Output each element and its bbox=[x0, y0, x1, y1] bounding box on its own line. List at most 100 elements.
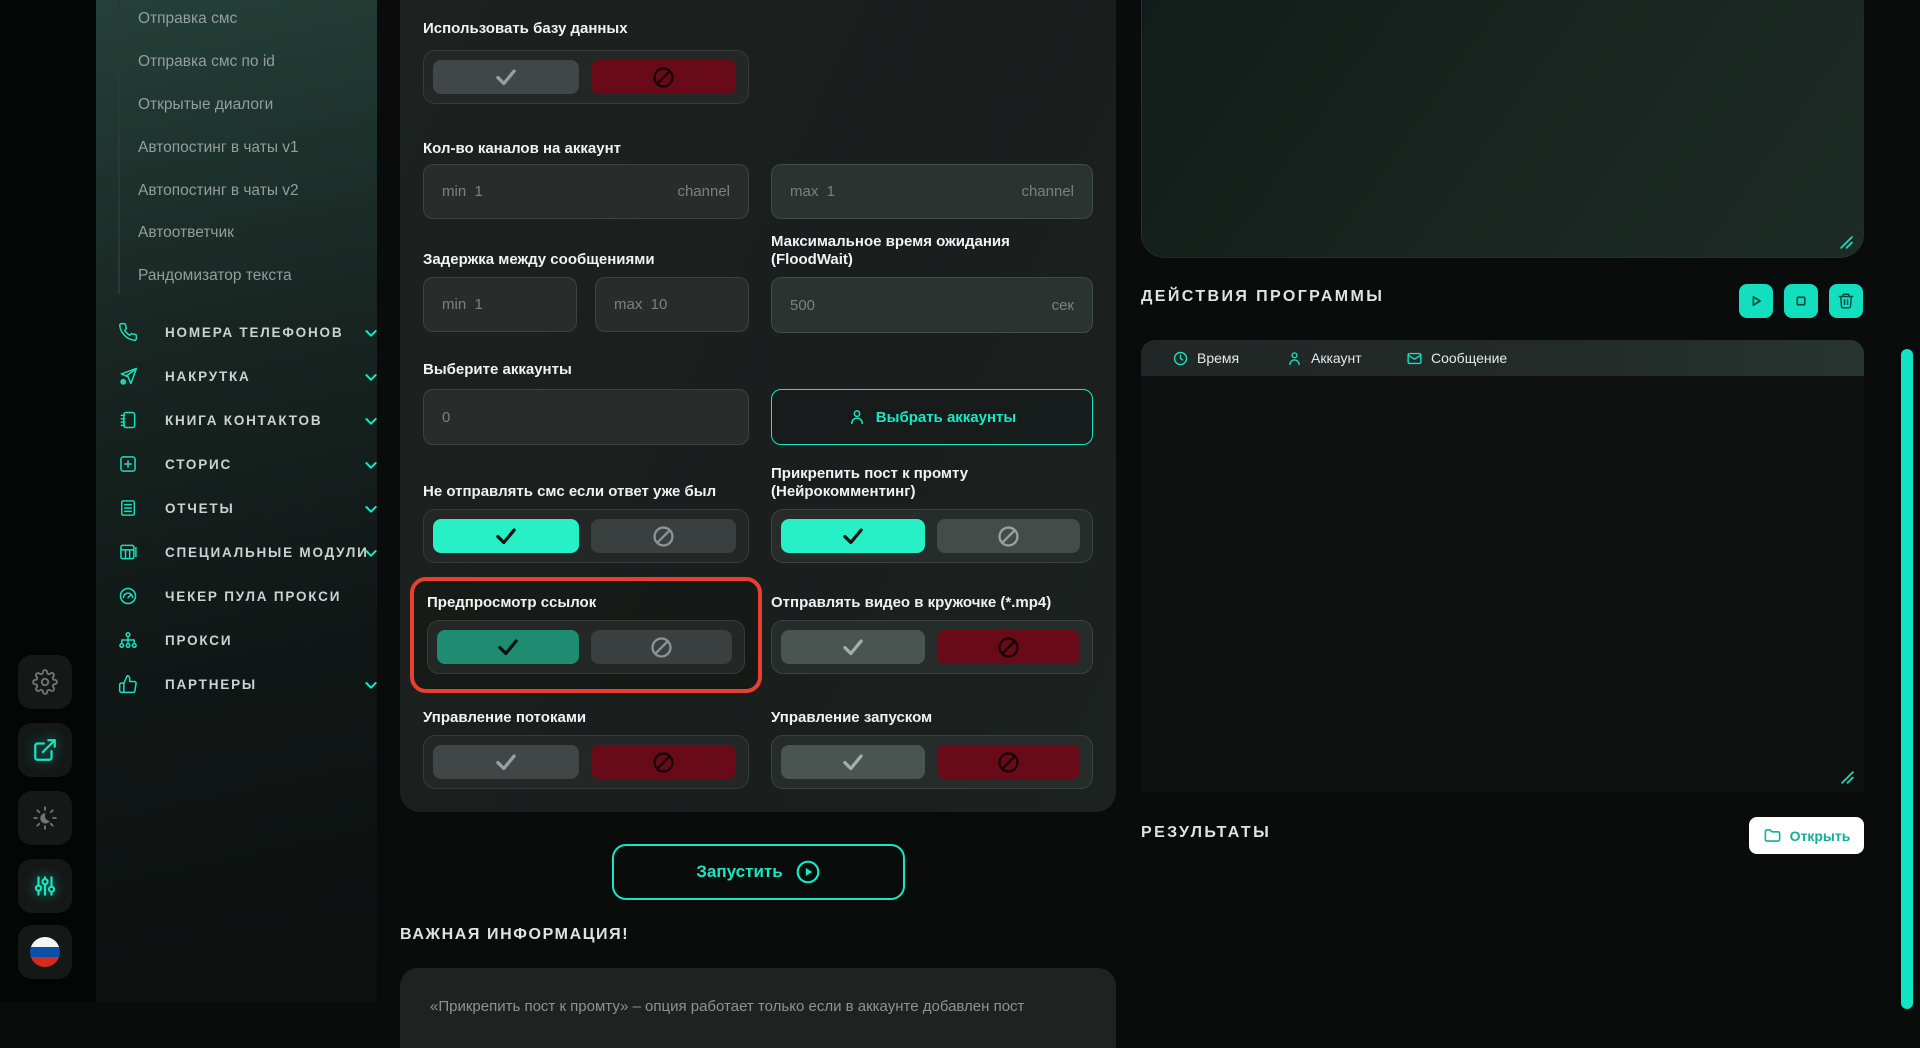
no-sms-no-button[interactable] bbox=[591, 519, 737, 553]
chevron-down-icon bbox=[363, 501, 379, 517]
main-settings-column: Использовать базу данных Кол-во каналов … bbox=[400, 0, 1116, 1048]
no-sms-if-answered-toggle bbox=[423, 509, 749, 563]
gauge-icon bbox=[118, 586, 138, 606]
choose-accounts-label: Выберите аккаунты bbox=[423, 361, 1093, 379]
launch-no-button[interactable] bbox=[937, 745, 1081, 779]
choose-accounts-button-label: Выбрать аккаунты bbox=[876, 409, 1016, 426]
play-icon bbox=[1747, 292, 1765, 310]
sidebar-section-contacts-book[interactable]: КНИГА КОНТАКТОВ bbox=[118, 409, 367, 433]
play-button[interactable] bbox=[1739, 284, 1773, 318]
flag-russia-icon bbox=[30, 937, 60, 967]
sidebar-item-send-sms[interactable]: Отправка смс bbox=[138, 10, 237, 32]
vertical-scrollbar-thumb[interactable] bbox=[1901, 349, 1913, 1009]
theme-rail-button[interactable] bbox=[18, 791, 72, 845]
sidebar-section-proxy-pool-checker[interactable]: ЧЕКЕР ПУЛА ПРОКСИ bbox=[118, 585, 367, 609]
chevron-down-icon bbox=[363, 413, 379, 429]
column-time[interactable]: Время bbox=[1172, 340, 1239, 376]
external-link-rail-button[interactable] bbox=[18, 723, 72, 777]
user-icon bbox=[1286, 350, 1303, 367]
sidebar-section-label: ОТЧЕТЫ bbox=[165, 501, 235, 516]
floodwait-input[interactable]: 500 сек bbox=[771, 277, 1093, 333]
report-icon bbox=[118, 498, 138, 518]
network-icon bbox=[118, 630, 138, 650]
link-preview-yes-button[interactable] bbox=[437, 630, 579, 664]
filters-rail-button[interactable] bbox=[18, 859, 72, 913]
column-time-label: Время bbox=[1197, 350, 1239, 366]
no-sms-if-answered-label: Не отправлять смс если ответ уже был bbox=[423, 483, 749, 501]
gear-icon bbox=[32, 669, 58, 695]
video-note-no-button[interactable] bbox=[937, 630, 1081, 664]
attach-post-toggle bbox=[771, 509, 1093, 563]
sidebar-section-stories[interactable]: СТОРИС bbox=[118, 453, 367, 477]
sidebar-item-text-randomizer[interactable]: Рандомизатор текста bbox=[138, 267, 292, 289]
language-rail-button[interactable] bbox=[18, 925, 72, 979]
sidebar-section-special-modules[interactable]: СПЕЦИАЛЬНЫЕ МОДУЛИ bbox=[118, 541, 367, 565]
video-note-toggle bbox=[771, 620, 1093, 674]
settings-form-panel: Использовать базу данных Кол-во каналов … bbox=[400, 0, 1116, 812]
threads-no-button[interactable] bbox=[591, 745, 737, 779]
sidebar-section-phone-numbers[interactable]: НОМЕРА ТЕЛЕФОНОВ bbox=[118, 321, 367, 345]
actions-table-body[interactable] bbox=[1141, 376, 1864, 792]
attach-post-no-button[interactable] bbox=[937, 519, 1081, 553]
column-account[interactable]: Аккаунт bbox=[1286, 340, 1362, 376]
link-preview-label: Предпросмотр ссылок bbox=[427, 594, 745, 612]
sidebar-item-open-dialogs[interactable]: Открытые диалоги bbox=[138, 96, 273, 118]
delay-min-input[interactable]: min 1 bbox=[423, 277, 577, 332]
channels-per-account-label: Кол-во каналов на аккаунт bbox=[423, 140, 1093, 158]
video-note-yes-button[interactable] bbox=[781, 630, 925, 664]
plus-square-icon bbox=[118, 454, 138, 474]
use-database-toggle bbox=[423, 50, 749, 104]
contacts-book-icon bbox=[118, 410, 138, 430]
submenu-divider bbox=[118, 0, 120, 294]
sidebar-section-label: КНИГА КОНТАКТОВ bbox=[165, 413, 322, 428]
sidebar-section-partners[interactable]: ПАРТНЕРЫ bbox=[118, 673, 367, 697]
sidebar-item-autoposting-v1[interactable]: Автопостинг в чаты v1 bbox=[138, 139, 299, 161]
sidebar-item-send-sms-by-id[interactable]: Отправка смс по id bbox=[138, 53, 275, 75]
settings-rail-button[interactable] bbox=[18, 655, 72, 709]
left-icon-rail bbox=[0, 0, 96, 1002]
important-info-text: «Прикрепить пост к промту» – опция работ… bbox=[430, 998, 1024, 1015]
open-results-button[interactable]: Открыть bbox=[1749, 817, 1864, 854]
resize-handle-icon[interactable] bbox=[1841, 771, 1854, 784]
sidebar-section-proxy[interactable]: ПРОКСИ bbox=[118, 629, 367, 653]
accounts-count-input[interactable]: 0 bbox=[423, 389, 749, 445]
trash-icon bbox=[1837, 292, 1855, 310]
floodwait-label: Максимальное время ожидания (FloodWait) bbox=[771, 233, 1093, 269]
use-database-yes-button[interactable] bbox=[433, 60, 579, 94]
sidebar-section-label: ЧЕКЕР ПУЛА ПРОКСИ bbox=[165, 589, 341, 604]
choose-accounts-button[interactable]: Выбрать аккаунты bbox=[771, 389, 1093, 445]
link-preview-no-button[interactable] bbox=[591, 630, 733, 664]
delay-label: Задержка между сообщениями bbox=[423, 251, 749, 269]
sidebar-section-reports[interactable]: ОТЧЕТЫ bbox=[118, 497, 367, 521]
sidebar-section-boosting[interactable]: НАКРУТКА bbox=[118, 365, 367, 389]
trash-button[interactable] bbox=[1829, 284, 1863, 318]
brightness-icon bbox=[32, 805, 58, 831]
use-database-no-button[interactable] bbox=[591, 60, 737, 94]
results-heading: РЕЗУЛЬТАТЫ bbox=[1141, 824, 1271, 842]
sidebar-item-autoresponder[interactable]: Автоответчик bbox=[138, 224, 234, 246]
important-info-panel: «Прикрепить пост к промту» – опция работ… bbox=[400, 968, 1116, 1048]
link-preview-toggle bbox=[427, 620, 745, 674]
start-button[interactable]: Запустить bbox=[612, 844, 905, 900]
resize-handle-icon[interactable] bbox=[1840, 236, 1853, 249]
delay-max-input[interactable]: max 10 bbox=[595, 277, 749, 332]
message-text-panel[interactable] bbox=[1141, 0, 1864, 258]
channels-max-input[interactable]: max 1 channel bbox=[771, 164, 1093, 219]
no-sms-yes-button[interactable] bbox=[433, 519, 579, 553]
launch-toggle bbox=[771, 735, 1093, 789]
accounts-count-value: 0 bbox=[442, 409, 450, 426]
threads-toggle bbox=[423, 735, 749, 789]
column-message-label: Сообщение bbox=[1431, 350, 1507, 366]
threads-label: Управление потоками bbox=[423, 709, 749, 727]
phone-icon bbox=[118, 322, 138, 342]
program-actions-controls bbox=[1739, 284, 1863, 318]
sidebar-section-label: ПАРТНЕРЫ bbox=[165, 677, 257, 692]
channels-min-input[interactable]: min 1 channel bbox=[423, 164, 749, 219]
attach-post-yes-button[interactable] bbox=[781, 519, 925, 553]
channels-max-suffix: channel bbox=[1021, 183, 1074, 200]
threads-yes-button[interactable] bbox=[433, 745, 579, 779]
sidebar-item-autoposting-v2[interactable]: Автопостинг в чаты v2 bbox=[138, 182, 299, 204]
column-message[interactable]: Сообщение bbox=[1406, 340, 1507, 376]
launch-yes-button[interactable] bbox=[781, 745, 925, 779]
stop-button[interactable] bbox=[1784, 284, 1818, 318]
